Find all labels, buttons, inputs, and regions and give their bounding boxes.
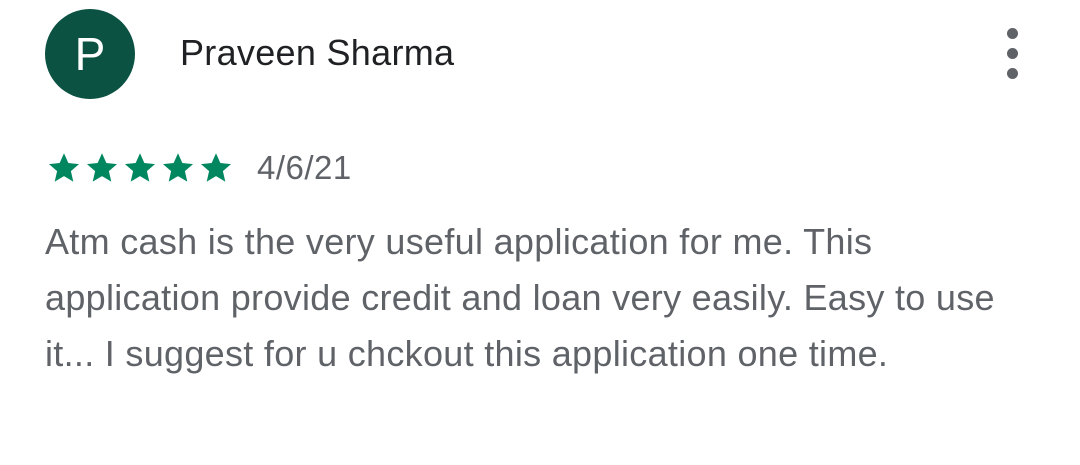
star-icon <box>87 153 117 182</box>
star-icon <box>49 153 79 182</box>
star-icon <box>201 153 231 182</box>
review-text: Atm cash is the very useful application … <box>45 221 995 374</box>
more-options-button[interactable] <box>992 26 1034 82</box>
star-icon <box>125 153 155 182</box>
review-card: P Praveen Sharma 4/6/21 Atm cash is the … <box>0 0 1080 465</box>
star-icon <box>163 153 193 182</box>
rating-row: 4/6/21 <box>45 148 352 188</box>
star-rating <box>45 148 235 188</box>
review-date: 4/6/21 <box>257 149 352 186</box>
avatar: P <box>45 9 135 99</box>
reviewer-name: Praveen Sharma <box>180 32 455 73</box>
